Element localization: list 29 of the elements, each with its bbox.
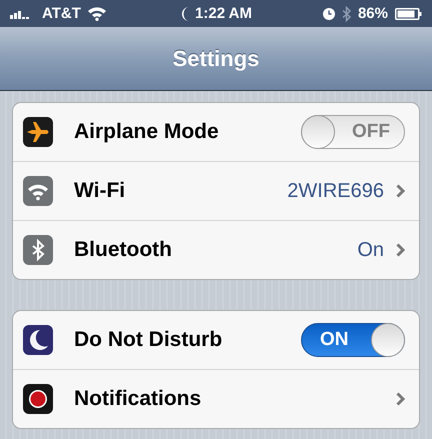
moon-icon — [180, 6, 190, 22]
setting-value: 2WIRE696 — [287, 180, 384, 202]
airplane-icon — [23, 117, 53, 147]
clock-icon — [322, 8, 335, 20]
settings-row[interactable]: Do Not Disturb ON — [13, 311, 419, 369]
chevron-icon — [396, 243, 405, 257]
setting-value: On — [357, 238, 384, 262]
settings-row[interactable]: Bluetooth On — [13, 220, 419, 279]
moon-icon — [23, 325, 53, 355]
setting-label: Bluetooth — [74, 238, 173, 262]
setting-label: Wi-Fi — [74, 179, 126, 203]
settings-row[interactable]: Airplane Mode OFF — [13, 103, 419, 161]
wifi-icon — [86, 6, 107, 21]
navigation-title: Settings — [172, 46, 260, 72]
setting-label: Notifications — [74, 387, 202, 411]
clock-time: 1:22 AM — [195, 5, 252, 22]
chevron-icon — [396, 184, 405, 198]
setting-label: Airplane Mode — [74, 120, 220, 144]
carrier-name: AT&T — [42, 5, 81, 22]
battery-icon — [395, 8, 422, 20]
battery-percent: 86% — [358, 5, 388, 22]
wifi-icon — [23, 176, 53, 206]
toggle-switch[interactable]: ON — [301, 323, 405, 357]
bluetooth-icon — [342, 6, 351, 22]
settings-row[interactable]: Wi-Fi 2WIRE696 — [13, 161, 419, 220]
bluetooth-icon — [23, 235, 53, 265]
setting-label: Do Not Disturb — [74, 328, 224, 352]
settings-row[interactable]: Notifications — [13, 369, 419, 428]
chevron-icon — [396, 392, 405, 406]
